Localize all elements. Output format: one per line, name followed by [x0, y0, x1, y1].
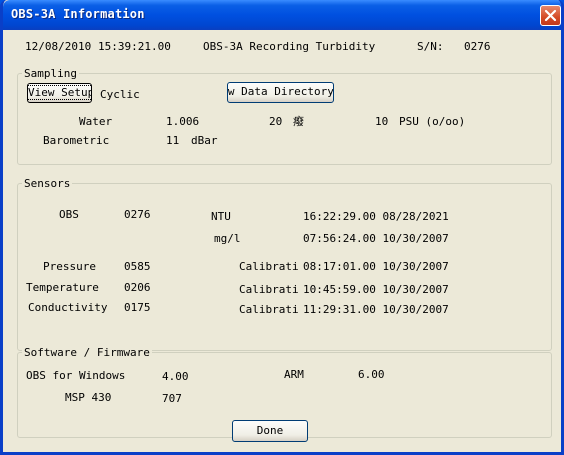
barometric-label: Barometric [43, 134, 110, 147]
title-bar[interactable]: OBS-3A Information [3, 0, 561, 30]
view-data-directory-button[interactable]: View Data Directory [227, 82, 334, 103]
pressure-calibration-label: Calibrati [239, 260, 299, 273]
serial-number-value: 0276 [464, 40, 491, 53]
pressure-label: Pressure [43, 260, 96, 273]
window-title: OBS-3A Information [11, 7, 145, 21]
mgl-label: mg/l [214, 232, 241, 245]
view-setup-label: View Setup [28, 85, 91, 100]
msp430-label: MSP 430 [65, 391, 112, 404]
water-temperature-unit: 癈 [293, 115, 304, 128]
close-button[interactable] [540, 5, 561, 26]
conductivity-serial: 0175 [124, 301, 151, 314]
obs-serial: 0276 [124, 208, 151, 221]
msp430-version: 707 [162, 392, 182, 405]
water-temperature-value: 20 [269, 115, 283, 128]
barometric-unit: dBar [191, 134, 218, 147]
ntu-calibration: 16:22:29.00 08/28/2021 [303, 210, 449, 223]
header-date: 12/08/2010 [25, 40, 92, 53]
barometric-value: 11 [166, 134, 180, 147]
pressure-calibration: 08:17:01.00 10/30/2007 [303, 260, 449, 273]
mgl-calibration: 07:56:24.00 10/30/2007 [303, 232, 449, 245]
view-setup-button[interactable]: View Setup [27, 83, 92, 103]
conductivity-calibration: 11:29:31.00 10/30/2007 [303, 303, 449, 316]
view-data-directory-label: View Data Directory [227, 85, 334, 98]
arm-version: 6.00 [358, 368, 385, 381]
pressure-serial: 0585 [124, 260, 151, 273]
temperature-serial: 0206 [124, 281, 151, 294]
sampling-mode: Cyclic [100, 88, 140, 101]
dialog-window: OBS-3A Information 12/08/2010 15:39:21.0… [0, 0, 564, 455]
temperature-label: Temperature [26, 281, 99, 294]
done-label: Done [256, 424, 284, 437]
salinity-unit: PSU (o/oo) [399, 115, 466, 128]
arm-label: ARM [284, 368, 304, 381]
firmware-legend: Software / Firmware [22, 346, 152, 359]
temperature-calibration: 10:45:59.00 10/30/2007 [303, 283, 449, 296]
conductivity-label: Conductivity [28, 301, 108, 314]
obs-for-windows-version: 4.00 [162, 370, 189, 383]
sensors-legend: Sensors [22, 177, 73, 190]
obs-label: OBS [59, 208, 79, 221]
temperature-calibration-label: Calibrati [239, 283, 299, 296]
salinity-value: 10 [375, 115, 389, 128]
header-time: 15:39:21.00 [98, 40, 171, 53]
obs-for-windows-label: OBS for Windows [26, 369, 126, 382]
dialog-body: 12/08/2010 15:39:21.00 OBS-3A Recording … [3, 30, 561, 452]
serial-number-label: S/N: [417, 40, 444, 53]
water-density-value: 1.006 [166, 115, 200, 128]
done-button[interactable]: Done [232, 420, 308, 442]
conductivity-calibration-label: Calibrati [239, 303, 299, 316]
header-description: OBS-3A Recording Turbidity [203, 40, 376, 53]
close-icon [544, 9, 557, 22]
ntu-label: NTU [211, 210, 231, 223]
sampling-legend: Sampling [22, 67, 79, 80]
water-label: Water [79, 115, 113, 128]
